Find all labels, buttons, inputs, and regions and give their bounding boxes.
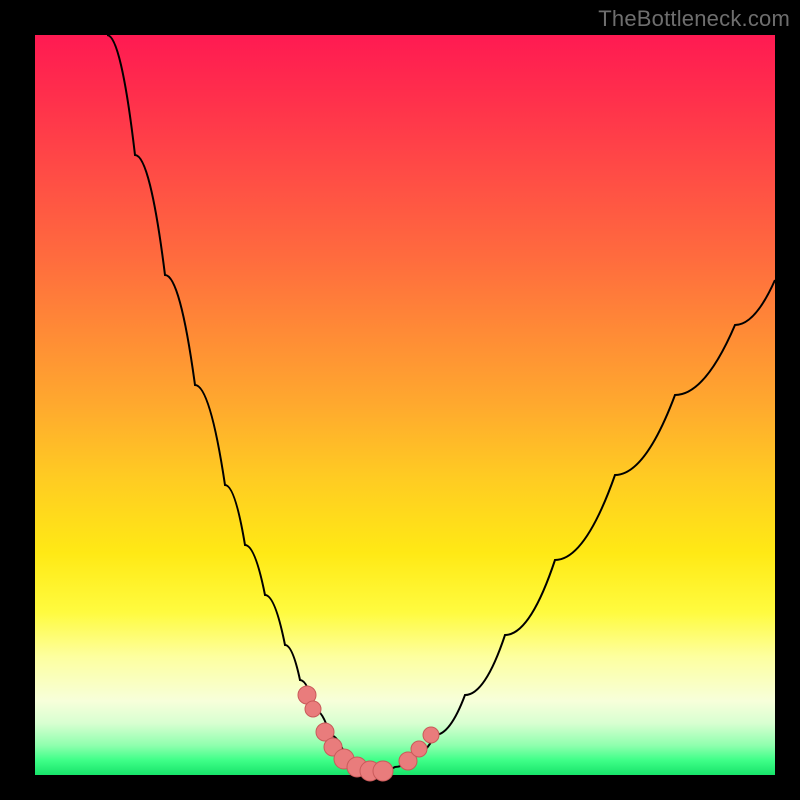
watermark-text: TheBottleneck.com xyxy=(598,6,790,32)
bead-marker xyxy=(305,701,321,717)
bead-marker xyxy=(411,741,427,757)
curve-svg xyxy=(35,35,775,775)
curve-left xyxy=(107,35,375,773)
bead-marker xyxy=(373,761,393,781)
beads-right xyxy=(399,727,439,770)
plot-area xyxy=(35,35,775,775)
bead-marker xyxy=(423,727,439,743)
beads-left xyxy=(298,686,393,781)
curve-right xyxy=(375,280,775,773)
chart-frame: TheBottleneck.com xyxy=(0,0,800,800)
